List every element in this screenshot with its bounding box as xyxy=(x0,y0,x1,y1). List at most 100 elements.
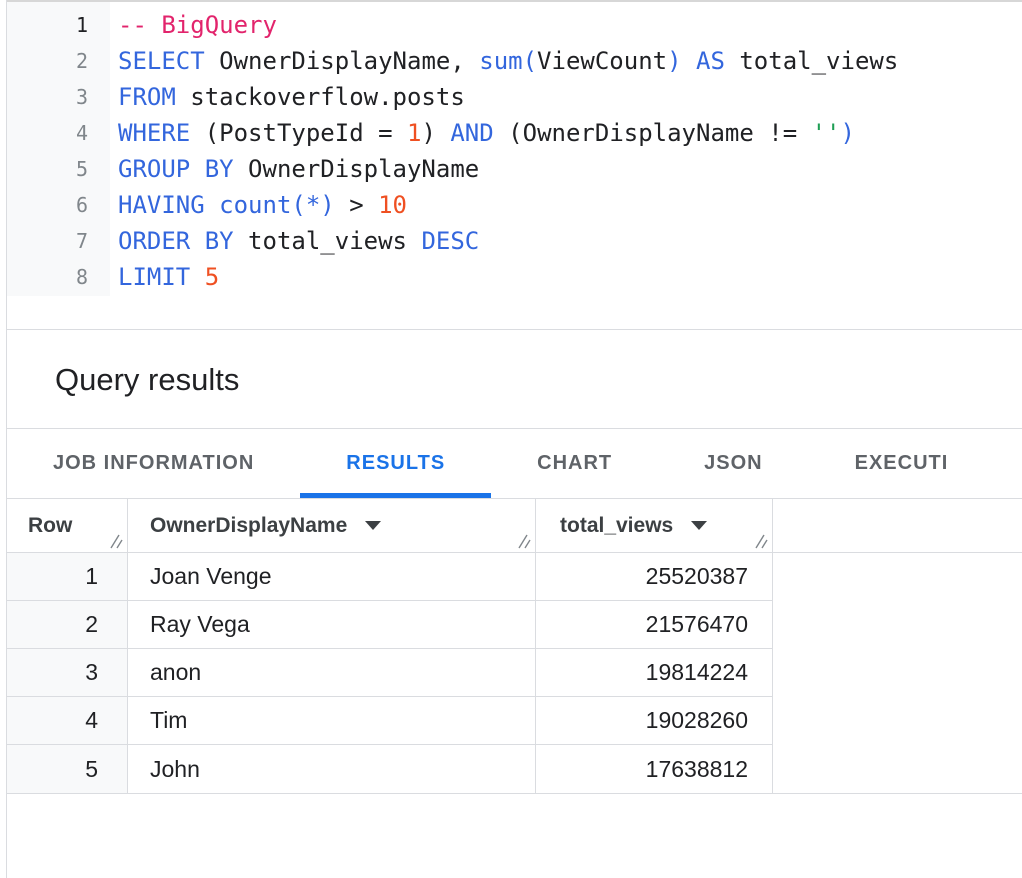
filler-cell xyxy=(773,697,1022,745)
tab-results[interactable]: RESULTS xyxy=(300,429,491,498)
line-number: 4 xyxy=(7,115,110,151)
sql-code-area[interactable]: -- BigQuery SELECT OwnerDisplayName, sum(… xyxy=(110,2,898,329)
owner-display-name-cell: Ray Vega xyxy=(128,601,536,649)
code-token: HAVING xyxy=(118,191,205,219)
code-token: total_views xyxy=(725,47,898,75)
code-token: total_views xyxy=(234,227,422,255)
filler-cell xyxy=(773,745,1022,793)
owner-display-name-cell: anon xyxy=(128,649,536,697)
owner-display-name-cell: Joan Venge xyxy=(128,553,536,601)
code-token: stackoverflow.posts xyxy=(176,83,465,111)
code-token xyxy=(190,263,204,291)
results-table-header: Row OwnerDisplayName total_views xyxy=(7,499,1022,553)
code-token: (OwnerDisplayName != xyxy=(494,119,812,147)
filler-cell xyxy=(773,553,1022,601)
tab-chart[interactable]: CHART xyxy=(491,429,658,498)
column-resize-handle-icon[interactable] xyxy=(515,532,532,549)
column-header-label: OwnerDisplayName xyxy=(150,514,347,538)
line-number: 7 xyxy=(7,223,110,259)
row-number-cell: 1 xyxy=(7,553,128,601)
total-views-cell: 19814224 xyxy=(536,649,773,697)
results-table-body: 1Joan Venge255203872Ray Vega215764703ano… xyxy=(7,553,1022,793)
code-token: ORDER BY xyxy=(118,227,234,255)
total-views-cell: 25520387 xyxy=(536,553,773,601)
code-line[interactable]: SELECT OwnerDisplayName, sum(ViewCount) … xyxy=(118,43,898,79)
query-results-title: Query results xyxy=(55,362,239,398)
code-token xyxy=(682,47,696,75)
column-header-row: Row xyxy=(7,499,128,553)
code-token: ) xyxy=(667,47,681,75)
panel-left-border xyxy=(6,0,7,878)
owner-display-name-cell: John xyxy=(128,745,536,793)
sql-editor[interactable]: 12345678 -- BigQuery SELECT OwnerDisplayN… xyxy=(7,0,1022,330)
row-number-cell: 4 xyxy=(7,697,128,745)
code-token: LIMIT xyxy=(118,263,190,291)
code-line[interactable]: FROM stackoverflow.posts xyxy=(118,79,898,115)
line-number: 2 xyxy=(7,43,110,79)
total-views-cell: 21576470 xyxy=(536,601,773,649)
code-token: OwnerDisplayName xyxy=(234,155,480,183)
code-token: FROM xyxy=(118,83,176,111)
code-token: (PostTypeId = xyxy=(190,119,407,147)
results-tabs: JOB INFORMATION RESULTS CHARTJSON EXECUTI xyxy=(7,429,1022,499)
tab-label: JOB INFORMATION xyxy=(53,452,254,475)
row-number-cell: 3 xyxy=(7,649,128,697)
table-row: 2Ray Vega21576470 xyxy=(7,601,1022,649)
column-header-total-views[interactable]: total_views xyxy=(536,499,773,553)
column-resize-handle-icon[interactable] xyxy=(107,532,124,549)
tab-label: EXECUTI xyxy=(855,452,949,475)
results-table: Row OwnerDisplayName total_views 1Joan Ven… xyxy=(7,499,1022,794)
tab-json[interactable]: JSON xyxy=(658,429,808,498)
code-token: '' xyxy=(812,119,841,147)
total-views-cell: 17638812 xyxy=(536,745,773,793)
owner-display-name-cell: Tim xyxy=(128,697,536,745)
column-header-label: Row xyxy=(28,514,72,538)
column-menu-arrow-icon[interactable] xyxy=(691,521,707,530)
code-token: ) xyxy=(421,119,450,147)
filler-cell xyxy=(773,649,1022,697)
code-token: OwnerDisplayName, xyxy=(205,47,480,75)
code-line[interactable]: HAVING count(*) > 10 xyxy=(118,187,898,223)
line-number: 1 xyxy=(7,7,110,43)
code-token: sum( xyxy=(479,47,537,75)
tab-label: RESULTS xyxy=(346,452,445,475)
column-resize-handle-icon[interactable] xyxy=(752,532,769,549)
row-number-cell: 2 xyxy=(7,601,128,649)
tab-job-information[interactable]: JOB INFORMATION xyxy=(7,429,300,498)
table-row: 3anon19814224 xyxy=(7,649,1022,697)
code-line[interactable]: ORDER BY total_views DESC xyxy=(118,223,898,259)
filler-cell xyxy=(773,601,1022,649)
table-row: 1Joan Venge25520387 xyxy=(7,553,1022,601)
code-token: 1 xyxy=(407,119,421,147)
total-views-cell: 19028260 xyxy=(536,697,773,745)
code-token: 5 xyxy=(205,263,219,291)
code-line[interactable]: -- BigQuery xyxy=(118,7,898,43)
code-token: AND xyxy=(450,119,493,147)
column-header-ownerdisplayname[interactable]: OwnerDisplayName xyxy=(128,499,536,553)
code-token xyxy=(205,191,219,219)
code-token: GROUP BY xyxy=(118,155,234,183)
tab-executi[interactable]: EXECUTI xyxy=(809,429,995,498)
code-line[interactable]: GROUP BY OwnerDisplayName xyxy=(118,151,898,187)
column-menu-arrow-icon[interactable] xyxy=(365,521,381,530)
line-number: 3 xyxy=(7,79,110,115)
code-token: -- BigQuery xyxy=(118,11,277,39)
table-row: 5John17638812 xyxy=(7,745,1022,793)
row-number-cell: 5 xyxy=(7,745,128,793)
column-header-filler xyxy=(773,499,1022,553)
code-token: count(*) xyxy=(219,191,335,219)
editor-gutter: 12345678 xyxy=(7,2,110,296)
column-header-label: total_views xyxy=(560,514,673,538)
code-token: DESC xyxy=(421,227,479,255)
code-token: ) xyxy=(841,119,855,147)
code-token: > xyxy=(335,191,378,219)
code-token: 10 xyxy=(378,191,407,219)
code-token: AS xyxy=(696,47,725,75)
query-results-panel: Query results xyxy=(7,331,1022,429)
bigquery-console: 12345678 -- BigQuery SELECT OwnerDisplayN… xyxy=(0,0,1022,878)
line-number: 6 xyxy=(7,187,110,223)
code-token: ViewCount xyxy=(537,47,667,75)
code-line[interactable]: LIMIT 5 xyxy=(118,259,898,295)
code-token: SELECT xyxy=(118,47,205,75)
code-line[interactable]: WHERE (PostTypeId = 1) AND (OwnerDisplay… xyxy=(118,115,898,151)
